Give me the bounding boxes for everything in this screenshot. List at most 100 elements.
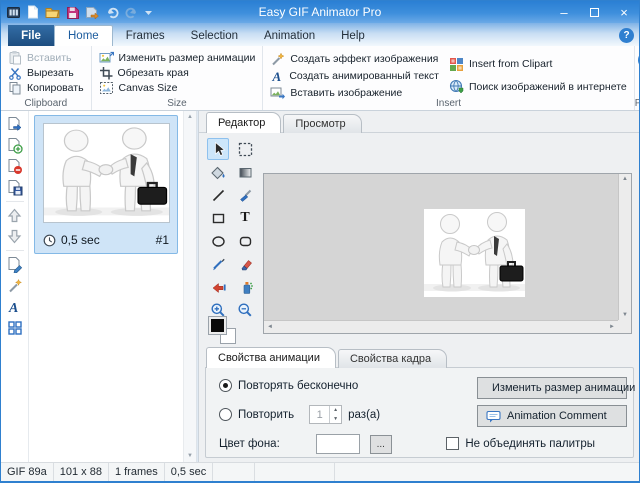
rounded-rectangle-tool[interactable] (234, 230, 256, 252)
status-size: 101 x 88 (54, 463, 109, 481)
frame-effects-button[interactable] (3, 275, 27, 296)
tile-view-button[interactable] (3, 317, 27, 338)
scroll-down-arrow-icon[interactable]: ▼ (622, 312, 628, 318)
text-tool[interactable]: T (234, 207, 256, 229)
animation-comment-button[interactable]: Animation Comment (477, 405, 627, 427)
crop-button[interactable]: Обрезать края (99, 65, 256, 80)
scroll-up-arrow-icon[interactable]: ▲ (622, 176, 628, 182)
group-label-insert: Insert (263, 98, 633, 109)
eraser-tool[interactable] (234, 253, 256, 275)
ellipse-icon (211, 234, 226, 249)
new-file-icon[interactable] (26, 4, 39, 20)
copy-button[interactable]: Копировать (8, 81, 84, 96)
create-animated-text-button[interactable]: A Создать анимированный текст (270, 67, 439, 84)
insert-frame-button[interactable] (3, 135, 27, 156)
add-text-button[interactable]: A (3, 296, 27, 317)
close-button[interactable]: × (609, 1, 639, 23)
scroll-up-arrow-icon[interactable]: ▲ (184, 114, 196, 120)
insert-from-clipart-button[interactable]: Insert from Clipart (449, 56, 627, 73)
scroll-right-arrow-icon[interactable]: ► (609, 324, 615, 330)
ellipse-tool[interactable] (207, 230, 229, 252)
bg-color-browse-button[interactable]: ... (370, 435, 392, 454)
canvas-image[interactable] (424, 209, 525, 297)
stepper-up-icon[interactable]: ▲ (330, 406, 341, 415)
maximize-button[interactable] (579, 1, 609, 23)
app-icon[interactable] (7, 4, 20, 20)
loop-count-radio[interactable] (219, 408, 232, 421)
loop-forever-radio[interactable] (219, 379, 232, 392)
rectangle-tool[interactable] (207, 207, 229, 229)
line-tool[interactable] (207, 184, 229, 206)
add-frame-from-file-button[interactable] (3, 114, 27, 135)
status-filler (335, 463, 639, 481)
svg-text:A: A (272, 69, 282, 83)
minimize-button[interactable]: – (549, 1, 579, 23)
resize-animation-button[interactable]: Изменить размер анимации (99, 50, 256, 65)
zoom-in-icon (210, 302, 226, 318)
canvas[interactable]: ▲ ▼ ◄ ► (263, 173, 632, 334)
edit-frame-button[interactable] (3, 254, 27, 275)
move-frame-up-button[interactable] (3, 205, 27, 226)
scroll-down-arrow-icon[interactable]: ▼ (184, 453, 196, 459)
help-icon[interactable]: ? (619, 28, 634, 43)
open-file-icon[interactable] (45, 4, 60, 20)
gradient-tool[interactable] (234, 161, 256, 183)
resize-image-icon (99, 51, 114, 65)
flip-rotate-tool[interactable] (207, 276, 229, 298)
qat-customize-caret-icon[interactable] (145, 4, 152, 20)
frame-list-scrollbar[interactable]: ▲ ▼ (183, 111, 197, 462)
frame-image (43, 123, 170, 223)
stepper-buttons[interactable]: ▲ ▼ (329, 406, 341, 423)
bg-color-value[interactable] (316, 434, 360, 454)
gradient-icon (238, 165, 253, 180)
stepper-down-icon[interactable]: ▼ (330, 415, 341, 424)
select-tool[interactable] (207, 138, 229, 160)
brush-tool[interactable] (234, 184, 256, 206)
tab-animation-properties[interactable]: Свойства анимации (206, 347, 336, 368)
redo-icon[interactable] (125, 4, 139, 20)
export-icon[interactable] (85, 4, 99, 20)
eyedropper-tool[interactable] (207, 253, 229, 275)
tab-editor[interactable]: Редактор (206, 112, 281, 133)
status-frame-count: 1 frames (109, 463, 165, 481)
frame-meta: 0,5 sec #1 (43, 231, 169, 249)
move-frame-down-button[interactable] (3, 226, 27, 247)
foreground-color-swatch[interactable] (209, 317, 226, 334)
canvas-horizontal-scrollbar[interactable]: ◄ ► (264, 320, 618, 333)
tab-frames[interactable]: Frames (113, 25, 178, 46)
tab-home[interactable]: Home (54, 25, 113, 46)
copy-icon (8, 81, 22, 95)
loop-forever-option[interactable]: Повторять бесконечно (219, 379, 358, 392)
file-menu-button[interactable]: File (8, 25, 54, 46)
tab-animation[interactable]: Animation (251, 25, 328, 46)
clipart-grid-icon (449, 57, 464, 72)
tab-view[interactable]: Просмотр (283, 114, 361, 133)
tab-selection[interactable]: Selection (178, 25, 251, 46)
frame-thumbnail-1[interactable]: 0,5 sec #1 (34, 115, 178, 254)
loop-count-option[interactable]: Повторить 1 ▲ ▼ раз(а) (219, 405, 380, 424)
tab-help[interactable]: Help (328, 25, 378, 46)
status-empty-cell (213, 463, 255, 481)
tab-frame-properties[interactable]: Свойства кадра (338, 349, 447, 368)
canvas-vertical-scrollbar[interactable]: ▲ ▼ (618, 174, 631, 320)
undo-icon[interactable] (105, 4, 119, 20)
frame-edit-icon (6, 256, 23, 273)
canvas-size-button[interactable]: Canvas Size (99, 81, 256, 96)
palette-checkbox[interactable] (446, 437, 459, 450)
spray-tool[interactable] (234, 276, 256, 298)
save-icon[interactable] (66, 4, 79, 20)
palette-option[interactable]: Не объединять палитры (446, 437, 595, 450)
search-images-web-button[interactable]: Поиск изображений в интернете (449, 78, 627, 95)
clock-icon (43, 234, 56, 247)
resize-animation-dialog-button[interactable]: Изменить размер анимации (477, 377, 627, 399)
loop-count-stepper[interactable]: 1 ▲ ▼ (309, 405, 342, 424)
save-frame-button[interactable] (3, 177, 27, 198)
text-a-icon: A (7, 299, 22, 314)
scroll-left-arrow-icon[interactable]: ◄ (267, 324, 273, 330)
delete-frame-button[interactable] (3, 156, 27, 177)
marquee-select-tool[interactable] (234, 138, 256, 160)
create-image-effect-button[interactable]: Создать эффект изображения (270, 50, 439, 67)
cut-button[interactable]: Вырезать (8, 65, 84, 80)
paste-button[interactable]: Вставить (8, 50, 84, 65)
fill-tool[interactable] (207, 161, 229, 183)
